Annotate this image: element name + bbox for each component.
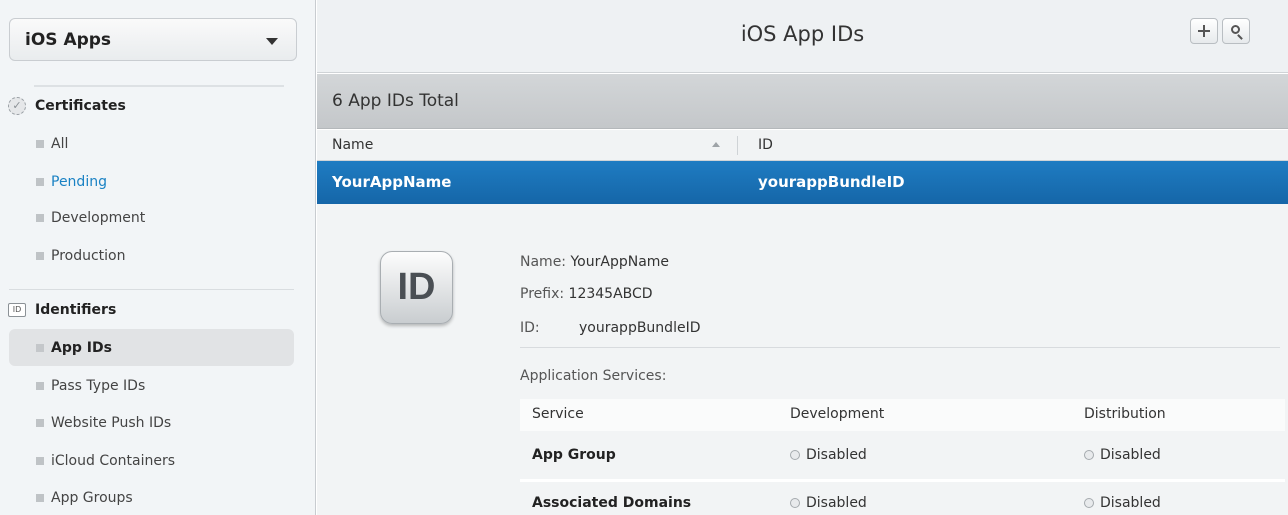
section-title: Certificates — [35, 98, 126, 114]
radio-icon — [1084, 498, 1094, 508]
search-icon-handle — [1237, 34, 1243, 40]
detail-prefix: Prefix: 12345ABCD — [520, 286, 653, 302]
detail-panel: ID Name: YourAppName Prefix: 12345ABCD I… — [317, 204, 1288, 515]
column-header-distribution: Distribution — [1084, 406, 1166, 422]
sidebar-item-label: Pending — [51, 173, 107, 190]
bullet-icon — [36, 493, 44, 502]
development-status-text: Disabled — [806, 495, 867, 511]
sidebar-item-app-ids[interactable]: App IDs — [9, 329, 294, 366]
sidebar-item-label: Pass Type IDs — [51, 377, 146, 394]
sidebar-item-pending[interactable]: Pending — [9, 163, 294, 200]
summary-bar: 6 App IDs Total — [317, 74, 1288, 129]
development-status: Disabled — [790, 447, 867, 463]
bullet-icon — [36, 251, 44, 260]
bullet-icon — [36, 343, 44, 352]
column-header-service: Service — [532, 406, 584, 422]
distribution-status-text: Disabled — [1100, 447, 1161, 463]
sidebar-item-label: App IDs — [51, 339, 112, 356]
distribution-status: Disabled — [1084, 447, 1161, 463]
search-icon — [1231, 25, 1240, 34]
development-status-text: Disabled — [806, 447, 867, 463]
detail-id-label: ID: — [520, 320, 540, 336]
sidebar-item-icloud-containers[interactable]: iCloud Containers — [9, 442, 294, 479]
sidebar-item-website-push-ids[interactable]: Website Push IDs — [9, 404, 294, 441]
sidebar-item-production[interactable]: Production — [9, 237, 294, 274]
section-title: Identifiers — [35, 302, 117, 318]
cell-id: yourappBundleID — [758, 173, 905, 191]
chevron-down-icon — [266, 38, 278, 45]
id-icon: ID — [8, 303, 26, 317]
app-id-badge-icon: ID — [380, 251, 453, 324]
bullet-icon — [36, 418, 44, 427]
platform-dropdown-label: iOS Apps — [25, 30, 112, 50]
add-button[interactable] — [1190, 18, 1218, 44]
distribution-status: Disabled — [1084, 495, 1161, 511]
sidebar-item-development[interactable]: Development — [9, 199, 294, 236]
sidebar-item-label: App Groups — [51, 489, 133, 506]
detail-id: ID: yourappBundleID — [520, 320, 700, 336]
platform-dropdown[interactable]: iOS Apps — [9, 18, 297, 61]
bullet-icon — [36, 177, 44, 186]
main-panel: iOS App IDs 6 App IDs Total Name ID Your… — [317, 0, 1288, 515]
sidebar-item-label: Website Push IDs — [51, 414, 172, 431]
sidebar-item-app-groups[interactable]: App Groups — [9, 479, 294, 515]
distribution-status-text: Disabled — [1100, 495, 1161, 511]
column-header-name[interactable]: Name — [332, 137, 373, 153]
service-row: App Group Disabled Disabled — [520, 434, 1285, 478]
service-name: Associated Domains — [532, 495, 692, 511]
detail-name: Name: YourAppName — [520, 254, 669, 270]
column-header-id[interactable]: ID — [758, 137, 773, 153]
sidebar-item-label: All — [51, 135, 69, 152]
certificate-icon: ✓ — [8, 97, 26, 115]
sidebar-item-label: iCloud Containers — [51, 452, 176, 469]
detail-prefix-value: 12345ABCD — [568, 286, 653, 302]
page-title: iOS App IDs — [740, 22, 865, 46]
services-table-header: Service Development Distribution — [520, 399, 1285, 431]
radio-icon — [790, 450, 800, 460]
column-separator — [737, 136, 738, 155]
table-row[interactable]: YourAppName yourappBundleID — [317, 161, 1288, 204]
development-status: Disabled — [790, 495, 867, 511]
search-button[interactable] — [1222, 18, 1250, 44]
radio-icon — [1084, 450, 1094, 460]
sort-ascending-icon[interactable] — [712, 142, 720, 147]
detail-name-label: Name: — [520, 254, 567, 270]
radio-icon — [790, 498, 800, 508]
service-row: Associated Domains Disabled Disabled — [520, 482, 1285, 515]
total-count: 6 App IDs Total — [332, 91, 459, 111]
title-bar: iOS App IDs — [317, 0, 1288, 73]
sidebar-item-pass-type-ids[interactable]: Pass Type IDs — [9, 367, 294, 404]
section-header-certificates: ✓ Certificates — [8, 95, 126, 117]
cell-name: YourAppName — [332, 173, 452, 191]
section-header-identifiers: ID Identifiers — [8, 299, 116, 321]
detail-prefix-label: Prefix: — [520, 286, 565, 302]
sidebar-item-all[interactable]: All — [9, 125, 294, 162]
detail-divider — [520, 347, 1280, 348]
sidebar-divider — [9, 289, 294, 290]
bullet-icon — [36, 381, 44, 390]
service-name: App Group — [532, 447, 616, 463]
bullet-icon — [36, 456, 44, 465]
detail-name-value: YourAppName — [570, 254, 670, 270]
sidebar-item-label: Development — [51, 209, 146, 226]
sidebar-item-label: Production — [51, 247, 126, 264]
table-header: Name ID — [317, 130, 1288, 161]
detail-id-value: yourappBundleID — [579, 320, 701, 336]
sidebar-rule — [34, 85, 284, 87]
bullet-icon — [36, 139, 44, 148]
bullet-icon — [36, 213, 44, 222]
sidebar: iOS Apps ✓ Certificates All Pending Deve… — [0, 0, 316, 515]
services-title: Application Services: — [520, 368, 667, 384]
column-header-development: Development — [790, 406, 885, 422]
